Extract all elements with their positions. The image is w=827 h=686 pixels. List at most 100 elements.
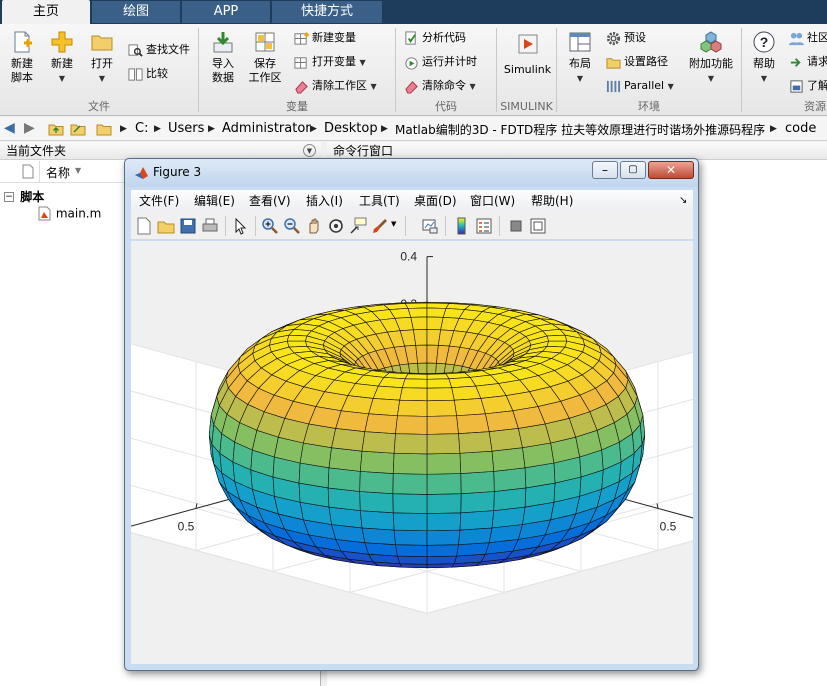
tab-shortcuts[interactable]: 快捷方式 bbox=[272, 1, 382, 23]
parallel-button[interactable]: Parallel ▼ bbox=[606, 78, 674, 96]
surface-patch bbox=[359, 471, 394, 494]
new-script-button[interactable]: 新建 脚本 bbox=[4, 30, 40, 85]
up-folder-icon[interactable] bbox=[48, 121, 64, 137]
brush-icon[interactable] bbox=[371, 217, 389, 235]
new-figure-icon[interactable] bbox=[135, 217, 153, 235]
community-button[interactable]: 社区 bbox=[789, 30, 827, 48]
simulink-button[interactable]: Simulink bbox=[500, 32, 555, 77]
import-data-button[interactable]: 导入 数据 bbox=[205, 30, 241, 85]
surface-patch bbox=[393, 529, 428, 546]
preferences-label: 预设 bbox=[624, 31, 646, 44]
breadcrumb-item[interactable]: Desktop bbox=[324, 121, 378, 137]
brush-dropdown-icon[interactable]: ▼ bbox=[391, 220, 396, 228]
save-workspace-label: 保存 工作区 bbox=[248, 57, 282, 84]
address-bar: ◀ ▶ ▶ C: ▶ Users ▶ Administrator ▶ Deskt… bbox=[0, 117, 827, 141]
toolbar-separator bbox=[445, 216, 446, 236]
add-ons-button[interactable]: 附加功能 ▼ bbox=[686, 30, 736, 86]
y-tick-label: 0.5 bbox=[178, 519, 195, 533]
surface-patch bbox=[460, 471, 495, 494]
plot-area[interactable]: 0.40.20-0.2-0.4-1-0.500.5110.50-0.5-1 bbox=[106, 241, 749, 664]
maximize-button[interactable]: ▢ bbox=[620, 161, 646, 179]
save-workspace-button[interactable]: 保存 工作区 bbox=[245, 30, 285, 85]
add-ons-icon bbox=[700, 31, 722, 53]
file-item[interactable]: main.m bbox=[38, 206, 101, 221]
legend-icon[interactable] bbox=[475, 217, 493, 235]
compare-button[interactable]: 比较 bbox=[128, 66, 168, 84]
set-path-button[interactable]: 设置路径 bbox=[606, 54, 668, 72]
run-and-time-label: 运行并计时 bbox=[422, 55, 477, 68]
breadcrumb-item[interactable]: C: bbox=[135, 121, 148, 137]
new-variable-button[interactable]: 新建变量 bbox=[294, 30, 356, 48]
compare-icon bbox=[128, 67, 143, 81]
browse-folder-icon[interactable] bbox=[70, 121, 86, 137]
dock-arrow-icon[interactable]: ↘ bbox=[679, 193, 687, 209]
tab-apps[interactable]: APP bbox=[182, 1, 270, 23]
analyze-code-button[interactable]: 分析代码 bbox=[404, 30, 466, 48]
menu-insert[interactable]: 插入(I) bbox=[306, 193, 343, 209]
file-group-row[interactable]: − 脚本 bbox=[4, 188, 44, 205]
zoom-in-icon[interactable] bbox=[261, 217, 279, 235]
clear-commands-button[interactable]: 清除命令 ▼ bbox=[404, 78, 476, 96]
group-separator bbox=[741, 28, 742, 112]
figure-title-bar[interactable]: Figure 3 – ▢ ✕ bbox=[125, 159, 698, 187]
breadcrumb-item[interactable]: Users bbox=[168, 121, 204, 137]
menu-help[interactable]: 帮助(H) bbox=[531, 193, 573, 209]
data-cursor-icon[interactable] bbox=[349, 217, 367, 235]
breadcrumb-item[interactable]: Administrator bbox=[222, 121, 311, 137]
link-plot-icon[interactable] bbox=[421, 217, 439, 235]
group-label-resources: 资源 bbox=[804, 100, 826, 113]
menu-view[interactable]: 查看(V) bbox=[249, 193, 291, 209]
tab-plots[interactable]: 绘图 bbox=[92, 1, 180, 23]
menu-tools[interactable]: 工具(T) bbox=[359, 193, 400, 209]
import-icon bbox=[213, 32, 233, 53]
surface-patch bbox=[426, 415, 459, 435]
pan-hand-icon[interactable] bbox=[305, 217, 323, 235]
print-icon[interactable] bbox=[201, 217, 219, 235]
rotate-3d-icon[interactable] bbox=[327, 217, 345, 235]
learn-icon bbox=[790, 79, 803, 93]
torus-surface-plot[interactable]: 0.40.20-0.2-0.4-1-0.500.5110.50-0.5-1 bbox=[106, 241, 749, 664]
help-button[interactable]: ? 帮助 ▼ bbox=[747, 30, 781, 86]
panel-actions-icon[interactable]: ▼ bbox=[303, 144, 316, 157]
surface-patch bbox=[426, 307, 447, 318]
request-support-button[interactable]: 请求 bbox=[789, 54, 827, 72]
forward-arrow-icon[interactable]: ▶ bbox=[24, 120, 35, 136]
new-button[interactable]: 新建 ▼ bbox=[44, 30, 80, 86]
open-variable-button[interactable]: 打开变量 ▼ bbox=[294, 54, 366, 72]
minimize-button[interactable]: – bbox=[592, 161, 618, 179]
close-button[interactable]: ✕ bbox=[648, 161, 694, 179]
column-name-header[interactable]: 名称 bbox=[46, 164, 70, 181]
sort-arrow-icon[interactable]: ▼ bbox=[75, 166, 81, 175]
run-and-time-button[interactable]: 运行并计时 bbox=[404, 54, 477, 72]
open-button[interactable]: 打开 ▼ bbox=[84, 30, 120, 86]
zoom-out-icon[interactable] bbox=[283, 217, 301, 235]
menu-file[interactable]: 文件(F) bbox=[139, 193, 179, 209]
add-ons-label: 附加功能 bbox=[689, 57, 733, 70]
save-icon[interactable] bbox=[179, 217, 197, 235]
breadcrumb-item[interactable]: code bbox=[785, 121, 816, 137]
maximize-icon: ▢ bbox=[628, 164, 638, 175]
show-plot-tools-icon[interactable] bbox=[529, 217, 547, 235]
open-file-icon[interactable] bbox=[157, 217, 175, 235]
back-arrow-icon[interactable]: ◀ bbox=[4, 120, 15, 136]
preferences-button[interactable]: 预设 bbox=[606, 30, 646, 48]
surface-patch bbox=[426, 399, 457, 417]
colorbar-icon[interactable] bbox=[453, 217, 471, 235]
eraser-icon bbox=[405, 80, 418, 94]
learn-matlab-button[interactable]: 了解 bbox=[789, 78, 827, 96]
analyze-code-label: 分析代码 bbox=[422, 31, 466, 44]
breadcrumb-item[interactable]: Matlab编制的3D - FDTD程序 拉夫等效原理进行时谐场外推源码程序 bbox=[395, 122, 765, 138]
hide-plot-tools-icon[interactable] bbox=[507, 217, 525, 235]
find-files-button[interactable]: 查找文件 bbox=[128, 42, 190, 60]
request-support-label: 请求 bbox=[807, 55, 827, 68]
collapse-icon[interactable]: − bbox=[4, 191, 14, 202]
learn-matlab-label: 了解 bbox=[807, 79, 827, 92]
menu-window[interactable]: 窗口(W) bbox=[470, 193, 515, 209]
layout-button[interactable]: 布局 ▼ bbox=[562, 30, 598, 86]
help-label: 帮助 bbox=[753, 57, 775, 70]
menu-desktop[interactable]: 桌面(D) bbox=[414, 193, 457, 209]
menu-edit[interactable]: 编辑(E) bbox=[194, 193, 235, 209]
clear-workspace-button[interactable]: 清除工作区 ▼ bbox=[294, 78, 377, 96]
tab-home[interactable]: 主页 bbox=[2, 0, 90, 24]
pointer-icon[interactable] bbox=[231, 217, 249, 235]
